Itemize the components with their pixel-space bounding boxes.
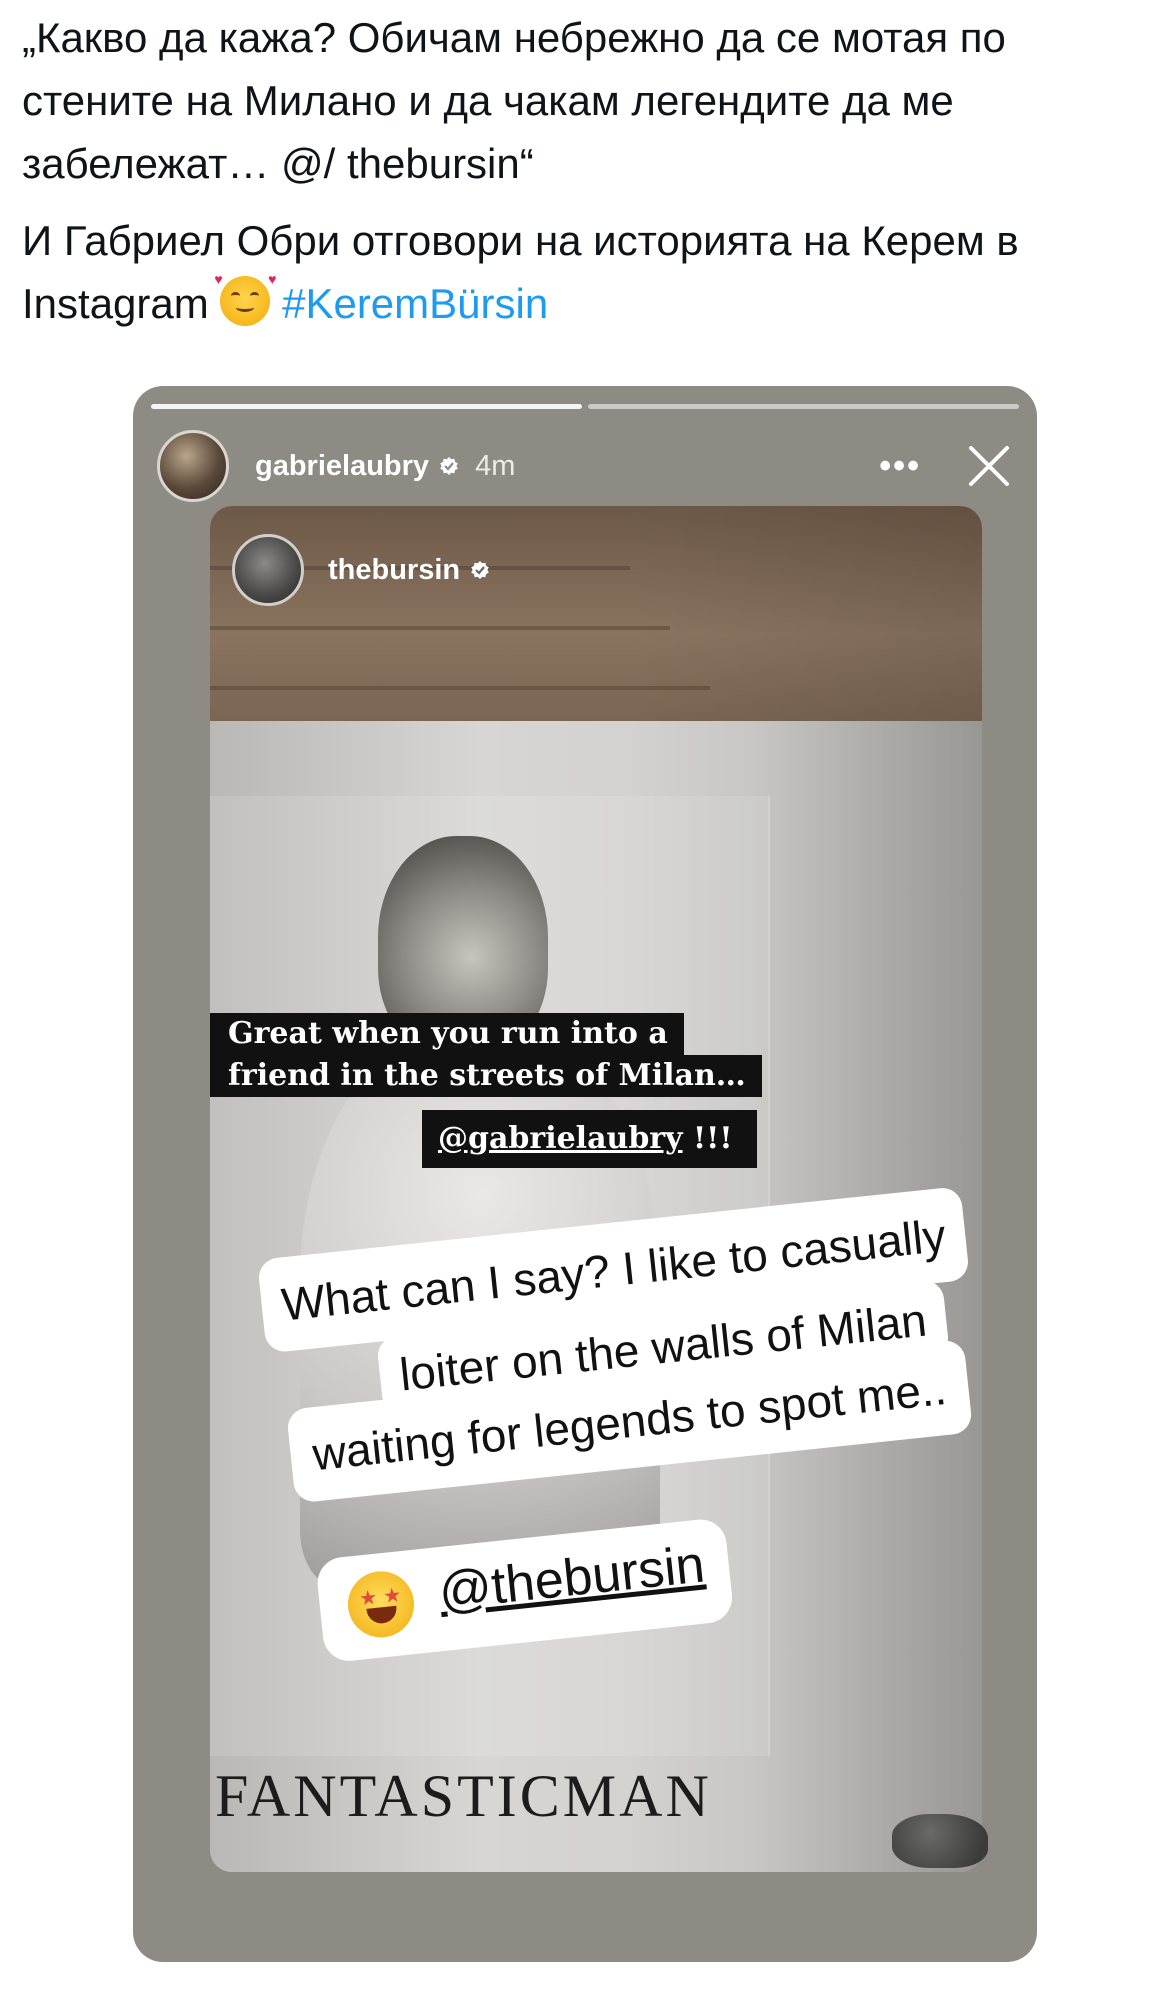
caption-suffix: !!!	[682, 1121, 733, 1156]
progress-segment	[151, 404, 582, 409]
brick-line	[210, 626, 670, 630]
close-icon[interactable]	[965, 442, 1013, 490]
tweet-paragraph-context: И Габриел Обри отговори на историята на …	[22, 209, 1142, 335]
story-username[interactable]: gabrielaubry	[255, 450, 429, 483]
hashtag-link[interactable]: #KeremBürsin	[282, 280, 548, 327]
story-header: gabrielaubry 4m •••	[157, 426, 1013, 506]
avatar[interactable]	[157, 430, 229, 502]
tweet-paragraph-quote: „Какво да кажа? Обичам небрежно да се мо…	[22, 14, 1006, 187]
story-time: 4m	[475, 449, 516, 482]
poster-brand-text: FANTASTICMAN	[215, 1763, 712, 1829]
caption-mention: @gabrielaubry !!!	[422, 1110, 757, 1168]
progress-segment	[588, 404, 1019, 409]
caption-line: Great when you run into a	[210, 1013, 684, 1055]
instagram-story-image[interactable]: gabrielaubry 4m ••• thebursin Great when…	[133, 386, 1037, 1962]
shared-story-frame: thebursin Great when you run into a frie…	[210, 506, 982, 1872]
verified-badge-icon	[440, 457, 458, 475]
more-dots-icon[interactable]: •••	[879, 449, 921, 483]
verified-badge-icon	[471, 561, 489, 579]
story-progress-bar	[151, 404, 1019, 409]
shared-story-username[interactable]: thebursin	[328, 554, 460, 587]
avatar[interactable]	[232, 534, 304, 606]
shared-story-header: thebursin	[232, 534, 490, 606]
smiling-face-with-hearts-icon: ♥ ♥	[214, 272, 276, 326]
caption-line: friend in the streets of Milan…	[210, 1055, 762, 1097]
mention-link[interactable]: @gabrielaubry	[438, 1121, 683, 1156]
tweet-text: „Какво да кажа? Обичам небрежно да се мо…	[22, 6, 1142, 349]
decorative-stone	[892, 1814, 988, 1868]
shadow-overlay	[630, 506, 982, 1872]
